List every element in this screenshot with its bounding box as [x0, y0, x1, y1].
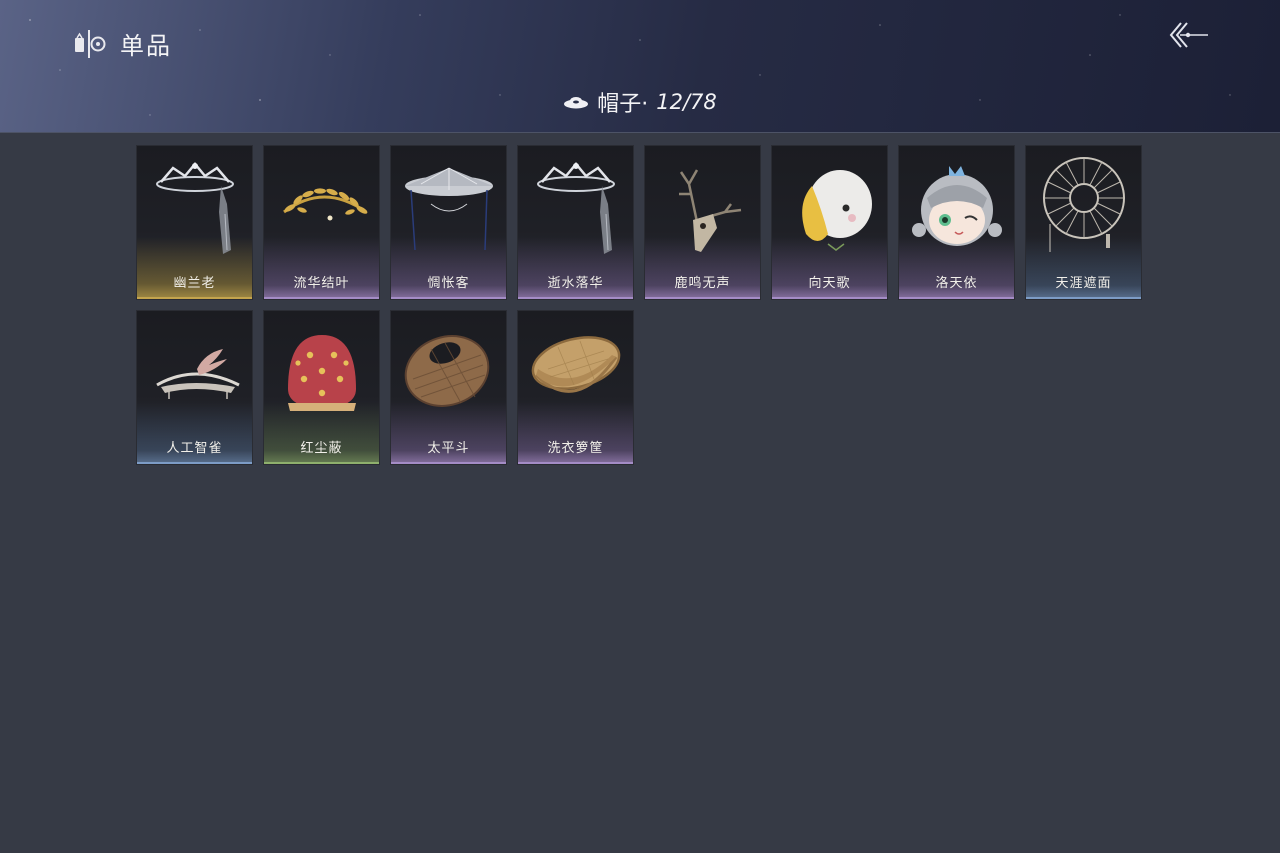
antler-skull-icon: [679, 169, 742, 252]
item-card[interactable]: 向天歌: [771, 145, 888, 300]
rarity-bar: [137, 297, 252, 299]
item-name: 红尘蔽: [300, 441, 343, 456]
item-card[interactable]: 幽兰老: [136, 145, 253, 300]
item-card[interactable]: 洛天依: [898, 145, 1015, 300]
item-name: 向天歌: [808, 276, 851, 291]
header-banner: 单品 帽子· 12/78: [0, 0, 1280, 133]
item-name: 鹿鸣无声: [674, 276, 731, 291]
rarity-bar: [772, 297, 887, 299]
golden-leaf-circlet-icon: [283, 188, 368, 221]
luo-tianyi-plush-hat-icon: [912, 166, 1002, 246]
rarity-bar: [518, 462, 633, 464]
item-card[interactable]: 天涯遮面: [1025, 145, 1142, 300]
item-card[interactable]: 流华结叶: [263, 145, 380, 300]
white-bamboo-hat-icon: [405, 167, 493, 251]
rarity-bar: [137, 462, 252, 464]
item-card[interactable]: 太平斗: [390, 310, 507, 465]
page-title: 单品: [120, 32, 172, 60]
item-name: 洛天依: [935, 276, 978, 291]
item-card[interactable]: 惆怅客: [390, 145, 507, 300]
item-name: 人工智雀: [166, 441, 223, 456]
rarity-bar: [264, 297, 379, 299]
item-card[interactable]: 人工智雀: [136, 310, 253, 465]
rarity-bar: [1026, 297, 1141, 299]
item-name: 幽兰老: [173, 276, 216, 291]
woven-basket-hat-icon: [404, 335, 490, 407]
category-label: 帽子·: [597, 92, 649, 117]
back-arrow-icon[interactable]: [1166, 18, 1210, 52]
rarity-bar: [899, 297, 1014, 299]
round-wire-hat-icon: [1043, 157, 1125, 252]
item-name: 天涯遮面: [1055, 276, 1112, 291]
item-name: 太平斗: [427, 441, 470, 456]
wardrobe-logo-icon: [75, 29, 106, 58]
item-name: 洗衣箩筐: [547, 441, 604, 456]
rarity-bar: [264, 462, 379, 464]
goose-plush-hat-icon: [802, 170, 872, 251]
item-name: 逝水落华: [547, 276, 604, 291]
hat-icon: [564, 97, 589, 109]
item-name: 惆怅客: [427, 276, 470, 291]
rarity-bar: [518, 297, 633, 299]
veil-crown-hat-icon: [537, 162, 615, 254]
item-card[interactable]: 逝水落华: [517, 145, 634, 300]
red-hood-icon: [288, 335, 356, 411]
item-card[interactable]: 洗衣箩筐: [517, 310, 634, 465]
laundry-basket-icon: [531, 336, 621, 393]
veil-crown-hat-icon: [156, 162, 234, 254]
bird-hat-icon: [156, 349, 240, 399]
item-card[interactable]: 红尘蔽: [263, 310, 380, 465]
rarity-bar: [391, 297, 506, 299]
rarity-bar: [391, 462, 506, 464]
rarity-bar: [645, 297, 760, 299]
item-card[interactable]: 鹿鸣无声: [644, 145, 761, 300]
category-header: 帽子· 12/78: [0, 86, 1280, 118]
category-count: 12/78: [656, 90, 717, 114]
item-name: 流华结叶: [293, 276, 350, 291]
